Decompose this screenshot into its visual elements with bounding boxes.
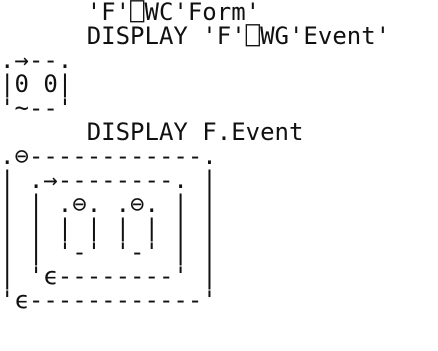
- output-line: | .→--------. |: [0, 166, 217, 194]
- apl-session-transcript: 'F'⎕WC'Form' DISPLAY 'F'⎕WG'Event' .→--.…: [0, 0, 438, 351]
- output-line: | | .⊖. .⊖. | |: [0, 190, 217, 218]
- output-line: 'ϵ------------': [0, 286, 217, 314]
- output-line: .⊖------------.: [0, 142, 217, 170]
- output-line: | | | | | | | |: [0, 214, 217, 242]
- output-line: |0 0|: [0, 70, 73, 98]
- output-line: '~--': [0, 94, 73, 122]
- output-line: | 'ϵ--------' |: [0, 262, 217, 290]
- input-line-form-create: 'F'⎕WC'Form': [0, 0, 261, 26]
- output-line: .→--.: [0, 46, 73, 74]
- output-line: | | '-' '-' | |: [0, 238, 217, 266]
- input-line-display-event: DISPLAY 'F'⎕WG'Event': [0, 22, 391, 50]
- input-line-display-f-event: DISPLAY F.Event: [0, 118, 304, 146]
